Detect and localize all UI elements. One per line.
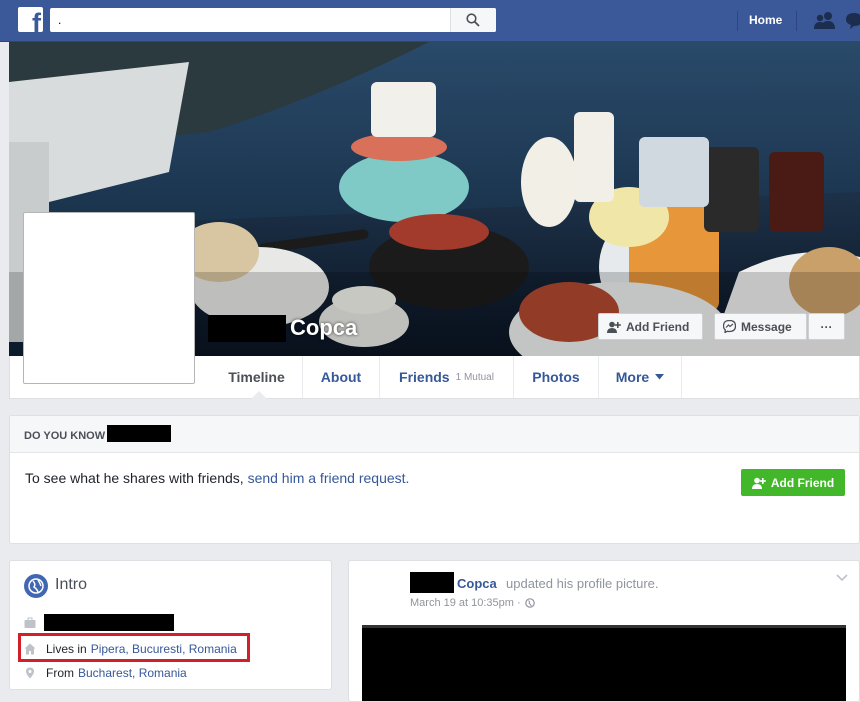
tab-label: About <box>320 369 362 385</box>
tab-friends[interactable]: Friends 1 Mutual <box>380 356 514 398</box>
intro-from-row: From Bucharest, Romania <box>24 666 187 680</box>
facebook-logo[interactable]: f <box>18 7 43 32</box>
message-button[interactable]: Message <box>714 313 807 340</box>
public-globe-icon <box>524 598 535 608</box>
mutual-friends-count: 1 Mutual <box>455 371 494 383</box>
top-navigation-bar: f Home <box>0 0 860 42</box>
messages-icon[interactable] <box>846 11 860 31</box>
friends-icon[interactable] <box>813 11 837 31</box>
nav-divider <box>737 11 738 31</box>
friend-request-prompt: To see what he shares with friends, send… <box>25 470 409 486</box>
redacted-workplace <box>44 614 174 631</box>
home-link[interactable]: Home <box>749 13 782 27</box>
highlight-annotation-box <box>18 633 250 662</box>
do-you-know-header: DO YOU KNOW <box>10 416 859 453</box>
post-action-text: updated his profile picture. <box>506 576 659 591</box>
tab-label: Timeline <box>228 369 285 385</box>
message-label: Message <box>741 319 792 334</box>
do-you-know-title: DO YOU KNOW <box>24 430 106 442</box>
timeline-post: Copca updated his profile picture. March… <box>348 560 860 702</box>
tab-more[interactable]: More <box>599 356 682 398</box>
hometown-link[interactable]: Bucharest, Romania <box>78 666 187 680</box>
add-friend-label: Add Friend <box>626 319 690 334</box>
redacted-author-first-name <box>410 572 454 593</box>
post-photo-redacted[interactable] <box>362 625 846 701</box>
post-time-text: March 19 at 10:35pm · <box>410 597 521 609</box>
from-label: From <box>46 666 74 680</box>
add-friend-label: Add Friend <box>770 475 835 490</box>
nav-divider <box>796 11 797 31</box>
profile-picture[interactable] <box>23 212 195 384</box>
tab-photos[interactable]: Photos <box>514 356 599 398</box>
chevron-down-icon[interactable] <box>836 574 848 582</box>
more-options-label: ··· <box>820 319 833 334</box>
add-friend-icon <box>751 477 766 489</box>
location-pin-icon <box>26 667 34 679</box>
more-options-button[interactable]: ··· <box>808 313 845 340</box>
intro-work-row <box>24 617 46 629</box>
intro-title: Intro <box>55 576 88 593</box>
facebook-logo-letter: f <box>32 8 41 33</box>
search-button[interactable] <box>450 8 496 32</box>
search-icon <box>466 13 480 27</box>
add-friend-button[interactable]: Add Friend <box>598 313 703 340</box>
do-you-know-card: DO YOU KNOW To see what he shares with f… <box>9 415 860 544</box>
globe-icon <box>24 574 48 598</box>
send-friend-request-link[interactable]: send him a friend request. <box>248 470 410 486</box>
post-timestamp[interactable]: March 19 at 10:35pm · <box>410 597 535 609</box>
prompt-text: To see what he shares with friends, <box>25 470 248 486</box>
redacted-name <box>107 425 171 442</box>
tab-label: Friends <box>399 369 450 385</box>
intro-card: Intro Lives in Pipera, Bucuresti, Romania… <box>9 560 332 690</box>
tab-about[interactable]: About <box>303 356 380 398</box>
add-friend-primary-button[interactable]: Add Friend <box>741 469 845 496</box>
messenger-icon <box>723 320 736 333</box>
tab-label: Photos <box>532 369 580 385</box>
post-author-link[interactable]: Copca <box>457 576 497 591</box>
search-input[interactable] <box>50 8 440 32</box>
tab-label: More <box>615 369 650 385</box>
add-friend-icon <box>607 321 621 333</box>
profile-name[interactable]: Copca <box>290 315 357 341</box>
briefcase-icon <box>24 617 36 628</box>
redacted-first-name <box>208 315 286 342</box>
chevron-down-icon <box>655 374 665 380</box>
active-tab-indicator <box>251 391 267 399</box>
search-box[interactable] <box>50 8 496 32</box>
